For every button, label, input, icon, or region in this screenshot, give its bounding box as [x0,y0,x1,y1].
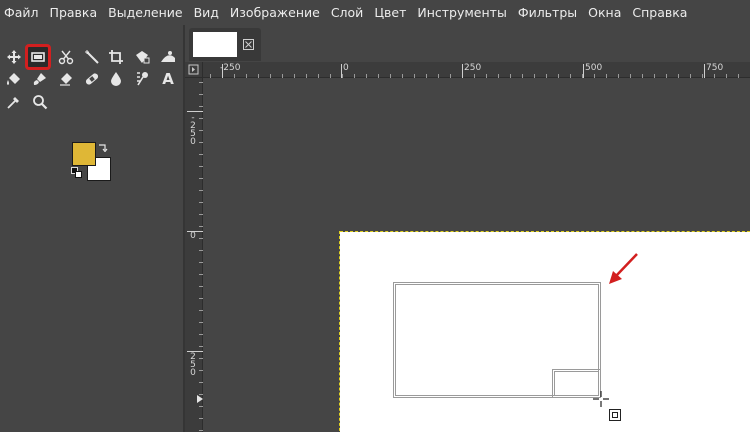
move-tool[interactable] [3,46,25,68]
menu-item[interactable]: Слой [325,0,369,25]
menu-item[interactable]: Инструменты [411,0,511,25]
menu-item[interactable]: Выделение [102,0,187,25]
transform-icon [136,51,150,64]
ruler-label: 500 [585,63,603,73]
ruler-label: 0 [190,231,196,241]
ruler-label: 750 [706,63,724,73]
eyedropper-icon [7,97,19,109]
color-picker-tool[interactable] [3,91,25,113]
vertical-ruler[interactable]: - 2 5 0 0 2 5 0 [185,78,203,432]
warp-icon [161,51,175,62]
brush-icon [33,73,46,85]
scissors-icon [58,50,74,65]
ruler-label: 0 [343,63,349,73]
dodge-icon [137,72,148,86]
rect-select-icon [31,52,45,62]
menu-item[interactable]: Файл [0,0,44,25]
menu-item[interactable]: Правка [44,0,103,25]
paintbrush-tool[interactable] [29,68,51,90]
menu-item[interactable]: Справка [626,0,692,25]
default-colors-icon[interactable] [71,167,82,178]
text-icon: A [162,70,174,88]
bandage-icon [85,73,99,85]
fuzzy-select-tool[interactable] [81,46,103,68]
close-icon[interactable] [243,39,254,50]
scissors-select-tool[interactable] [55,46,77,68]
drop-icon [111,72,121,86]
crop-icon [109,50,123,64]
move-icon [7,50,21,64]
bucket-fill-tool[interactable] [3,68,25,90]
image-canvas[interactable] [203,78,750,432]
image-tab[interactable] [189,28,261,61]
smudge-tool[interactable] [105,68,127,90]
toolbox: A [0,25,183,432]
menu-item[interactable]: Фильтры [512,0,582,25]
menubar: Файл Правка Выделение Вид Изображение Слой Цве… [0,0,750,25]
menu-item[interactable]: Изображение [224,0,325,25]
ruler-label: -250 [220,63,241,73]
rect-select-tool[interactable] [25,44,51,70]
layer-boundary [340,231,750,232]
magnifier-icon [33,95,48,110]
swap-colors-icon[interactable] [98,142,108,152]
ruler-corner-button[interactable] [185,62,203,78]
menu-item[interactable]: Вид [188,0,224,25]
bucket-icon [7,73,20,85]
heal-tool[interactable] [81,68,103,90]
image-tabbar [185,25,750,62]
foreground-color-swatch[interactable] [72,142,96,166]
image-thumbnail [193,32,237,57]
menu-item[interactable]: Цвет [368,0,411,25]
eraser-icon [60,73,72,86]
eraser-tool[interactable] [55,68,77,90]
text-tool[interactable]: A [157,68,179,90]
dodge-burn-tool[interactable] [131,68,153,90]
zoom-tool[interactable] [29,91,51,113]
ruler-label: 0 [190,368,196,378]
chevron-right-icon [188,64,199,75]
menu-item[interactable]: Окна [582,0,626,25]
unified-transform-tool[interactable] [131,46,153,68]
crosshair-cursor-icon [593,391,621,421]
ruler-label: 0 [190,137,196,147]
horizontal-ruler[interactable]: -250 0 250 500 750 [203,62,750,78]
layer-boundary [339,231,340,432]
annotation-arrow-icon [609,253,638,284]
magic-wand-icon [85,50,99,64]
ruler-label: 250 [464,63,482,73]
warp-transform-tool[interactable] [157,46,179,68]
crop-tool[interactable] [105,46,127,68]
